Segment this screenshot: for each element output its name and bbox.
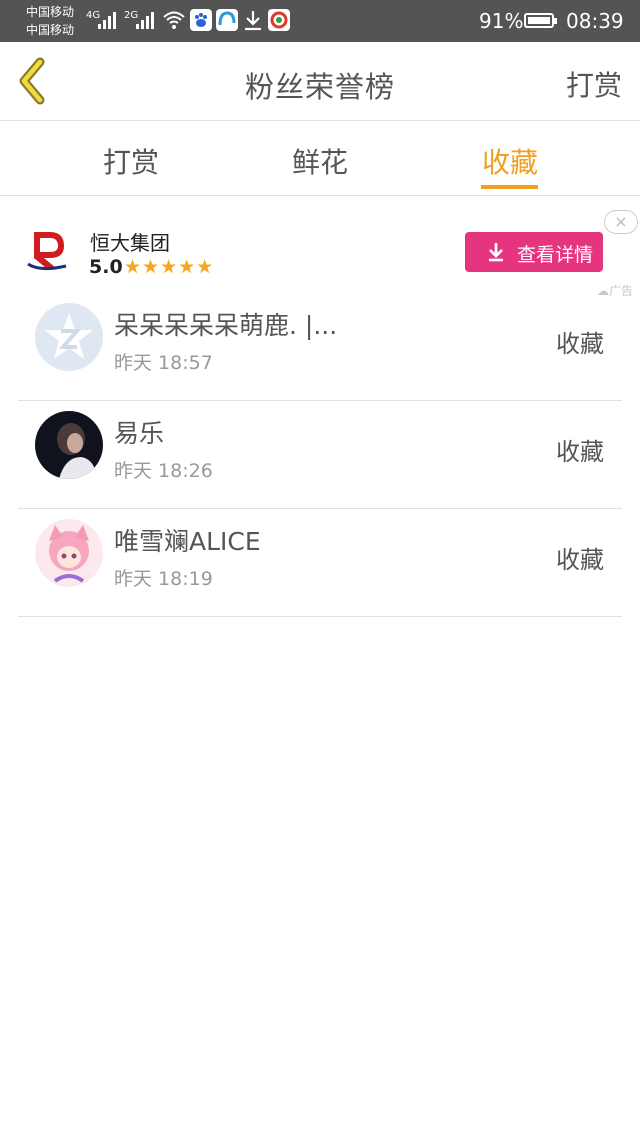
tab-flowers[interactable]: 鲜花 [292,141,348,181]
clock: 08:39 [566,9,624,33]
action-label: 收藏 [556,438,604,466]
battery-icon [524,13,557,28]
list-item[interactable]: 唯雪斓ALICE 昨天 18:19 收藏 [18,508,622,617]
close-ad-button[interactable]: × [604,210,638,234]
tab-bar: 打赏 鲜花 收藏 [0,121,640,196]
baidu-app-icon [190,9,212,31]
browser-app-icon [216,9,238,31]
tip-button[interactable]: 打赏 [566,64,622,104]
tab-tip[interactable]: 打赏 [103,141,159,181]
avatar [35,519,103,587]
fan-name: 呆呆呆呆呆萌鹿. |... [114,311,338,340]
avatar [35,411,103,479]
carrier-1: 中国移动 [26,5,75,19]
avatar [35,303,103,371]
wifi-icon [163,11,185,29]
tab-favorites[interactable]: 收藏 [482,141,538,181]
fan-time: 昨天 18:57 [114,352,213,374]
fan-time: 昨天 18:26 [114,460,213,482]
list-item[interactable]: 呆呆呆呆呆萌鹿. |... 昨天 18:57 收藏 [18,292,622,401]
download-icon [245,11,261,31]
video-app-icon [268,9,290,31]
action-label: 收藏 [556,546,604,574]
fan-time: 昨天 18:19 [114,568,213,590]
action-label: 收藏 [556,330,604,358]
ad-title: 恒大集团 [90,231,170,255]
evergrande-logo [27,232,67,271]
download-icon [489,243,503,262]
carrier-info: 中国移动 中国移动 [26,3,74,39]
page-title: 粉丝荣誉榜 [244,70,395,104]
battery-percent: 91% [479,9,524,33]
carrier-2: 中国移动 [26,23,75,37]
signal-icon [98,11,116,29]
fan-name: 唯雪斓ALICE [114,527,261,556]
fan-name: 易乐 [114,419,165,448]
title-bar: 粉丝荣誉榜 打赏 [0,42,640,121]
status-bar: 中国移动 中国移动 4G 2G 91% 08:39 [0,0,640,42]
list-item[interactable]: 易乐 昨天 18:26 收藏 [18,400,622,509]
ad-rating-score: 5.0 [89,256,123,278]
ad-banner[interactable]: 恒大集团 5.0 ★★★★★ 查看详情 × ☁广告 [0,196,640,300]
active-tab-indicator [481,185,538,189]
ad-rating-stars: ★★★★★ [124,256,215,278]
view-details-button[interactable]: 查看详情 [465,232,603,272]
signal-icon [136,11,154,29]
view-details-label: 查看详情 [517,244,594,266]
